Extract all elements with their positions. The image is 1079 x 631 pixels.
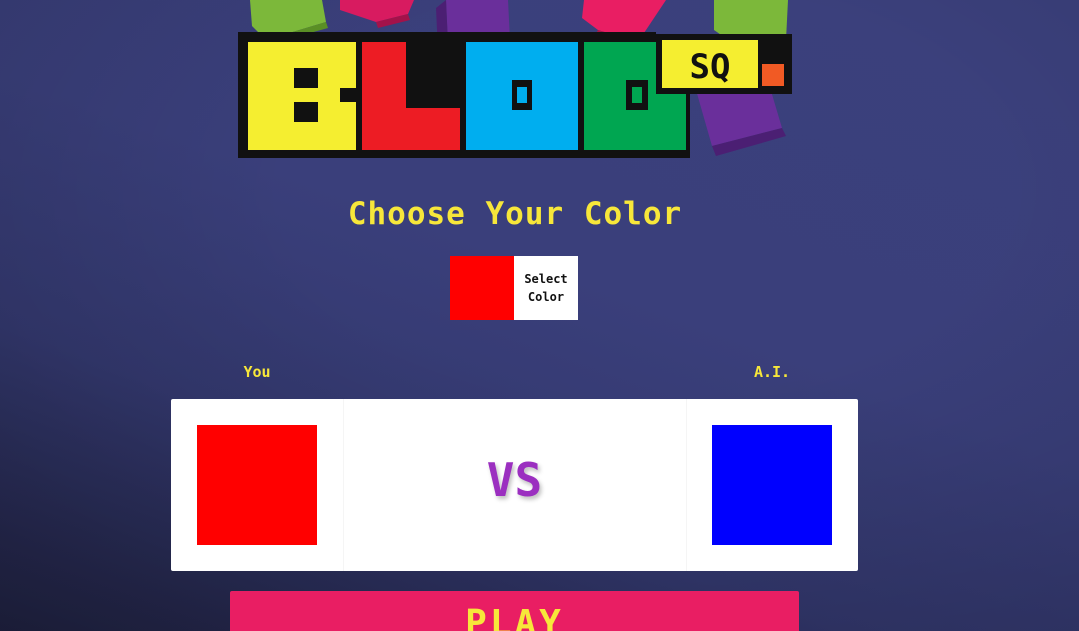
player-ai-label: A.I. <box>753 363 791 381</box>
selected-color-swatch[interactable] <box>450 256 514 320</box>
cube-decoration-pink-small <box>340 0 414 28</box>
player-you-label: You <box>243 363 271 381</box>
play-button[interactable]: PLAY <box>230 591 799 631</box>
vs-panel: VS <box>171 399 858 571</box>
select-color-label-line2: Color <box>527 290 565 304</box>
play-button-label: PLAY <box>465 603 564 631</box>
select-color-button[interactable]: Select Color <box>450 256 578 320</box>
blok-sq-logo: SQ <box>238 0 792 158</box>
select-color-label[interactable]: Select Color <box>514 256 578 320</box>
page-title: Choose Your Color <box>347 196 683 232</box>
player-ai-color-swatch <box>712 425 832 545</box>
select-color-label-line1: Select <box>524 272 568 286</box>
logo-suffix-text: SQ <box>690 47 731 87</box>
